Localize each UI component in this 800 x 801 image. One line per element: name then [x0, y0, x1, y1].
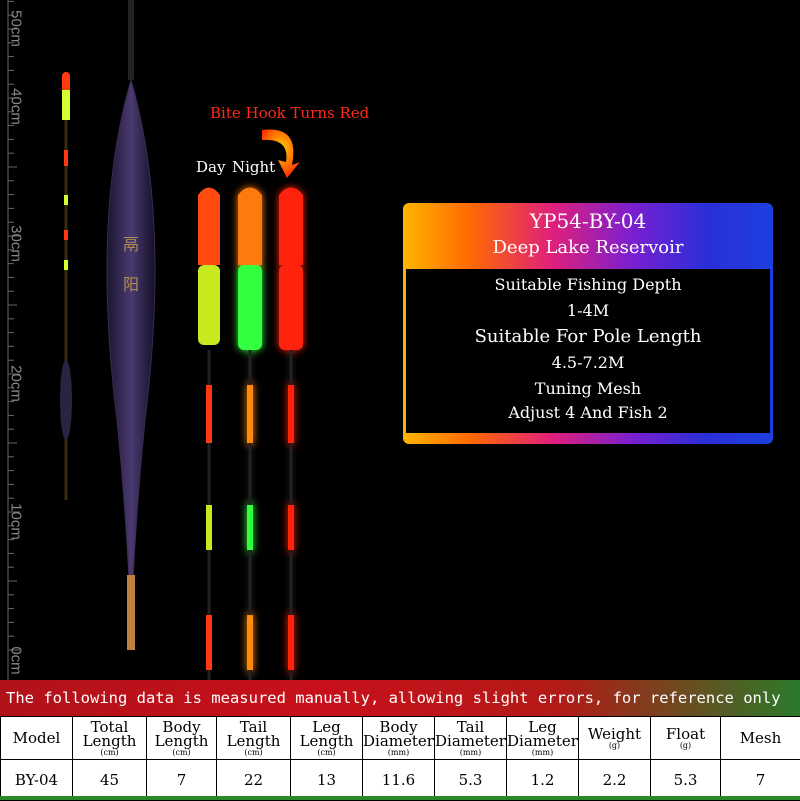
info-card: YP54-BY-04 Deep Lake Reservoir Suitable … — [403, 203, 773, 444]
table-header: Total Length(cm) — [73, 717, 147, 760]
tuning-value: Adjust 4 And Fish 2 — [406, 399, 770, 423]
table-row: BY-04 45 7 22 13 11.6 5.3 1.2 2.2 5.3 7 — [1, 760, 800, 801]
table-header: Weight(g) — [579, 717, 651, 760]
day-label: Day — [196, 158, 225, 176]
info-card-header: YP54-BY-04 Deep Lake Reservoir — [403, 203, 773, 269]
bite-hook-label: Bite Hook Turns Red — [210, 104, 369, 122]
table-cell: 11.6 — [363, 760, 435, 801]
float-type: Deep Lake Reservoir — [403, 233, 773, 258]
table-cell: 7 — [147, 760, 217, 801]
depth-label: Suitable Fishing Depth — [406, 269, 770, 295]
table-header: Tail Length(cm) — [217, 717, 291, 760]
table-header: Body Diameter(mm) — [363, 717, 435, 760]
night-label: Night — [232, 158, 275, 176]
measurement-notice: The following data is measured manually,… — [0, 680, 800, 716]
ruler-label-0: 0cm — [8, 639, 25, 683]
table-cell: 2.2 — [579, 760, 651, 801]
table-header: Mesh — [721, 717, 800, 760]
table-cell: BY-04 — [1, 760, 73, 801]
svg-text:阳: 阳 — [123, 275, 139, 294]
spec-table: Model Total Length(cm) Body Length(cm) T… — [0, 716, 800, 801]
table-header-row: Model Total Length(cm) Body Length(cm) T… — [1, 717, 800, 760]
table-cell: 22 — [217, 760, 291, 801]
table-cell: 45 — [73, 760, 147, 801]
ruler-label-50: 50cm — [8, 7, 25, 51]
main-float: 鬲 阳 — [107, 0, 155, 650]
table-cell: 5.3 — [651, 760, 721, 801]
tip-bite — [279, 188, 303, 681]
table-header: Leg Diameter(mm) — [507, 717, 579, 760]
table-header: Model — [1, 717, 73, 760]
bottom-accent-bar — [0, 796, 800, 800]
small-float — [60, 72, 72, 500]
tip-night — [238, 188, 262, 681]
tip-day — [198, 188, 220, 681]
table-header: Tail Diameter(mm) — [435, 717, 507, 760]
svg-text:鬲: 鬲 — [123, 235, 139, 254]
table-header: Leg Length(cm) — [291, 717, 363, 760]
ruler-label-30: 30cm — [8, 222, 25, 266]
tuning-label: Tuning Mesh — [406, 373, 770, 399]
table-header: Body Length(cm) — [147, 717, 217, 760]
table-cell: 7 — [721, 760, 800, 801]
table-header: Float(g) — [651, 717, 721, 760]
ruler-label-20: 20cm — [8, 362, 25, 406]
depth-value: 1-4M — [406, 295, 770, 321]
info-card-body: Suitable Fishing Depth 1-4M Suitable For… — [406, 269, 770, 433]
pole-length-label: Suitable For Pole Length — [406, 321, 770, 347]
table-cell: 5.3 — [435, 760, 507, 801]
table-cell: 13 — [291, 760, 363, 801]
ruler-label-10: 10cm — [8, 500, 25, 544]
table-cell: 1.2 — [507, 760, 579, 801]
pole-length-value: 4.5-7.2M — [406, 347, 770, 373]
ruler-label-40: 40cm — [8, 85, 25, 129]
product-image-area: 鬲 阳 50cm — [0, 0, 800, 680]
model-code: YP54-BY-04 — [403, 203, 773, 233]
